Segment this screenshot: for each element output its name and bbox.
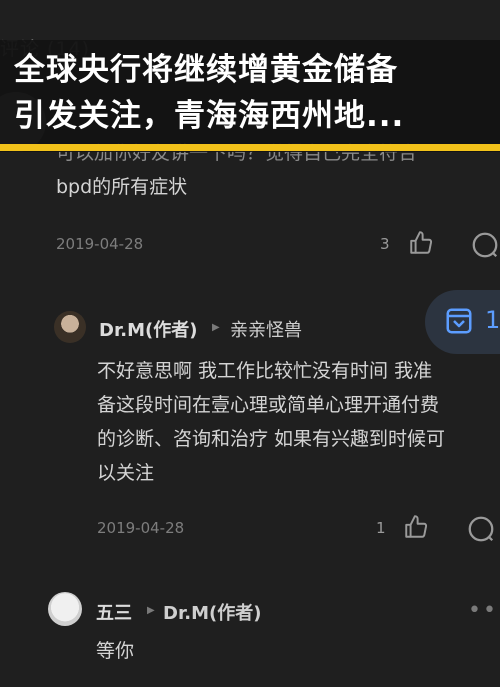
headline-line-1: 全球央行将继续增黄金储备 [14,52,398,88]
headline-line-2: 引发关注，青海海西州地... [14,98,405,134]
reply-to-user[interactable]: 亲亲怪兽 [230,316,302,342]
like-count: 3 [380,235,390,253]
thumbs-up-icon[interactable] [408,230,434,256]
comment-text-line: bpd的所有症状 [56,176,188,198]
reply-arrow-icon: ▶ [212,322,220,333]
thumbs-up-icon[interactable] [403,514,429,540]
like-count: 1 [376,519,386,537]
side-widget-count: 1 [485,306,500,334]
reply-to-user[interactable]: Dr.M(作者) [163,599,261,625]
reply-date: 2019-04-28 [97,519,185,537]
reply-author[interactable]: 五三 [96,599,132,625]
reply-text: 等你 [96,640,135,662]
headline-banner: 全球央行将继续增黄金储备 引发关注，青海海西州地... [0,40,500,152]
comment-icon[interactable] [470,230,500,260]
reply-author[interactable]: Dr.M(作者) [99,316,197,342]
comment-date: 2019-04-28 [56,235,144,253]
more-options-icon[interactable]: ••• [468,598,500,623]
avatar[interactable] [54,311,86,343]
reply-text-line: 备这段时间在壹心理或简单心理开通付费 [97,394,440,416]
reply-text: 不好意思啊 我工作比较忙没有时间 我准 备这段时间在壹心理或简单心理开通付费 的… [97,354,487,490]
reply-text-line: 的诊断、咨询和治疗 如果有兴趣到时候可 [97,428,446,450]
comment-icon[interactable] [466,514,496,544]
headline-underline [0,144,500,151]
reply-arrow-icon: ▶ [147,605,155,616]
tray-icon[interactable] [444,306,474,336]
reply-text-line: 以关注 [97,462,155,484]
reply-text-line: 不好意思啊 我工作比较忙没有时间 我准 [97,360,433,382]
avatar[interactable] [48,592,82,626]
